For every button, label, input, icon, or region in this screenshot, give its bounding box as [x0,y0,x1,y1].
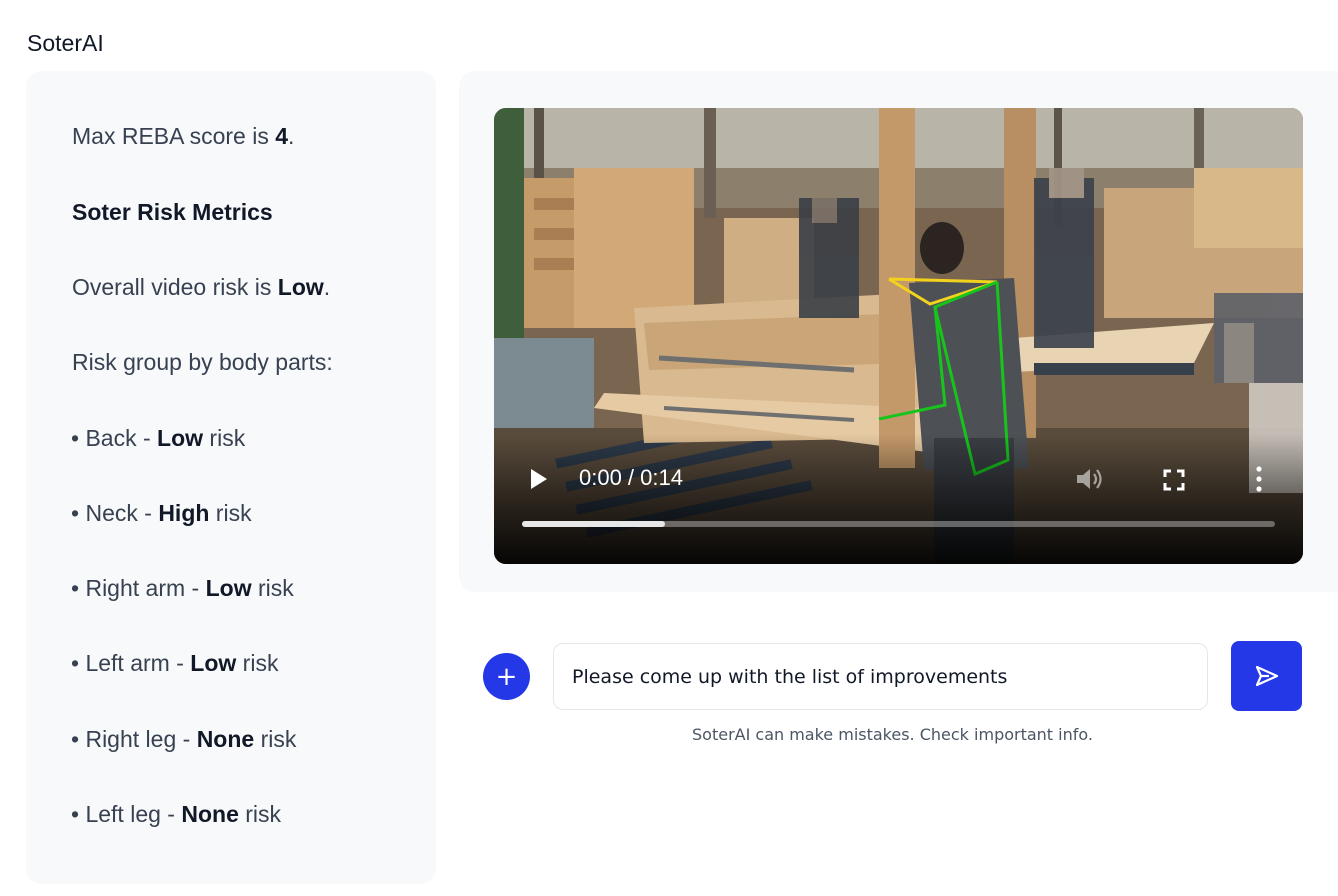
app-title: SoterAI [27,30,104,56]
metrics-heading: Soter Risk Metrics [72,199,273,225]
risk-level: None [181,801,239,827]
chat-input[interactable] [553,643,1208,710]
body-part-item-right-leg: • Right leg - None risk [71,726,297,752]
send-icon [1255,665,1278,687]
risk-level: Low [190,650,237,676]
overall-risk-line: Overall video risk is Low. [72,274,331,300]
body-parts-heading: Risk group by body parts: [72,349,333,375]
send-button[interactable] [1231,641,1302,711]
time-display: 0:00 / 0:14 [579,465,683,490]
reba-score-value: 4 [275,123,289,149]
disclaimer-text: SoterAI can make mistakes. Check importa… [692,725,1093,744]
controls-overlay [494,434,1303,564]
risk-level: High [158,500,210,526]
volume-icon[interactable] [1074,465,1104,493]
body-part-item-left-arm: • Left arm - Low risk [71,650,279,676]
risk-level: Low [205,575,252,601]
play-icon[interactable] [529,467,549,491]
video-player[interactable]: 0:00 / 0:14 [494,108,1303,564]
body-part-item-left-leg: • Left leg - None risk [71,801,282,827]
reba-score-line: Max REBA score is 4. [72,123,295,149]
body-part-item-back: • Back - Low risk [71,425,246,451]
more-vertical-icon[interactable] [1254,465,1264,493]
seek-bar[interactable] [522,521,1275,527]
body-part-item-neck: • Neck - High risk [71,500,252,526]
overall-risk-value: Low [277,274,324,300]
fullscreen-icon[interactable] [1163,469,1185,491]
risk-level: None [196,726,255,752]
seek-buffered [522,521,666,527]
risk-level: Low [157,425,204,451]
add-attachment-button[interactable]: + [483,653,530,700]
risk-summary-panel: Max REBA score is 4. Soter Risk Metrics … [26,71,436,884]
body-part-item-right-arm: • Right arm - Low risk [71,575,294,601]
video-card: 0:00 / 0:14 [459,71,1338,592]
plus-icon: + [495,661,518,692]
